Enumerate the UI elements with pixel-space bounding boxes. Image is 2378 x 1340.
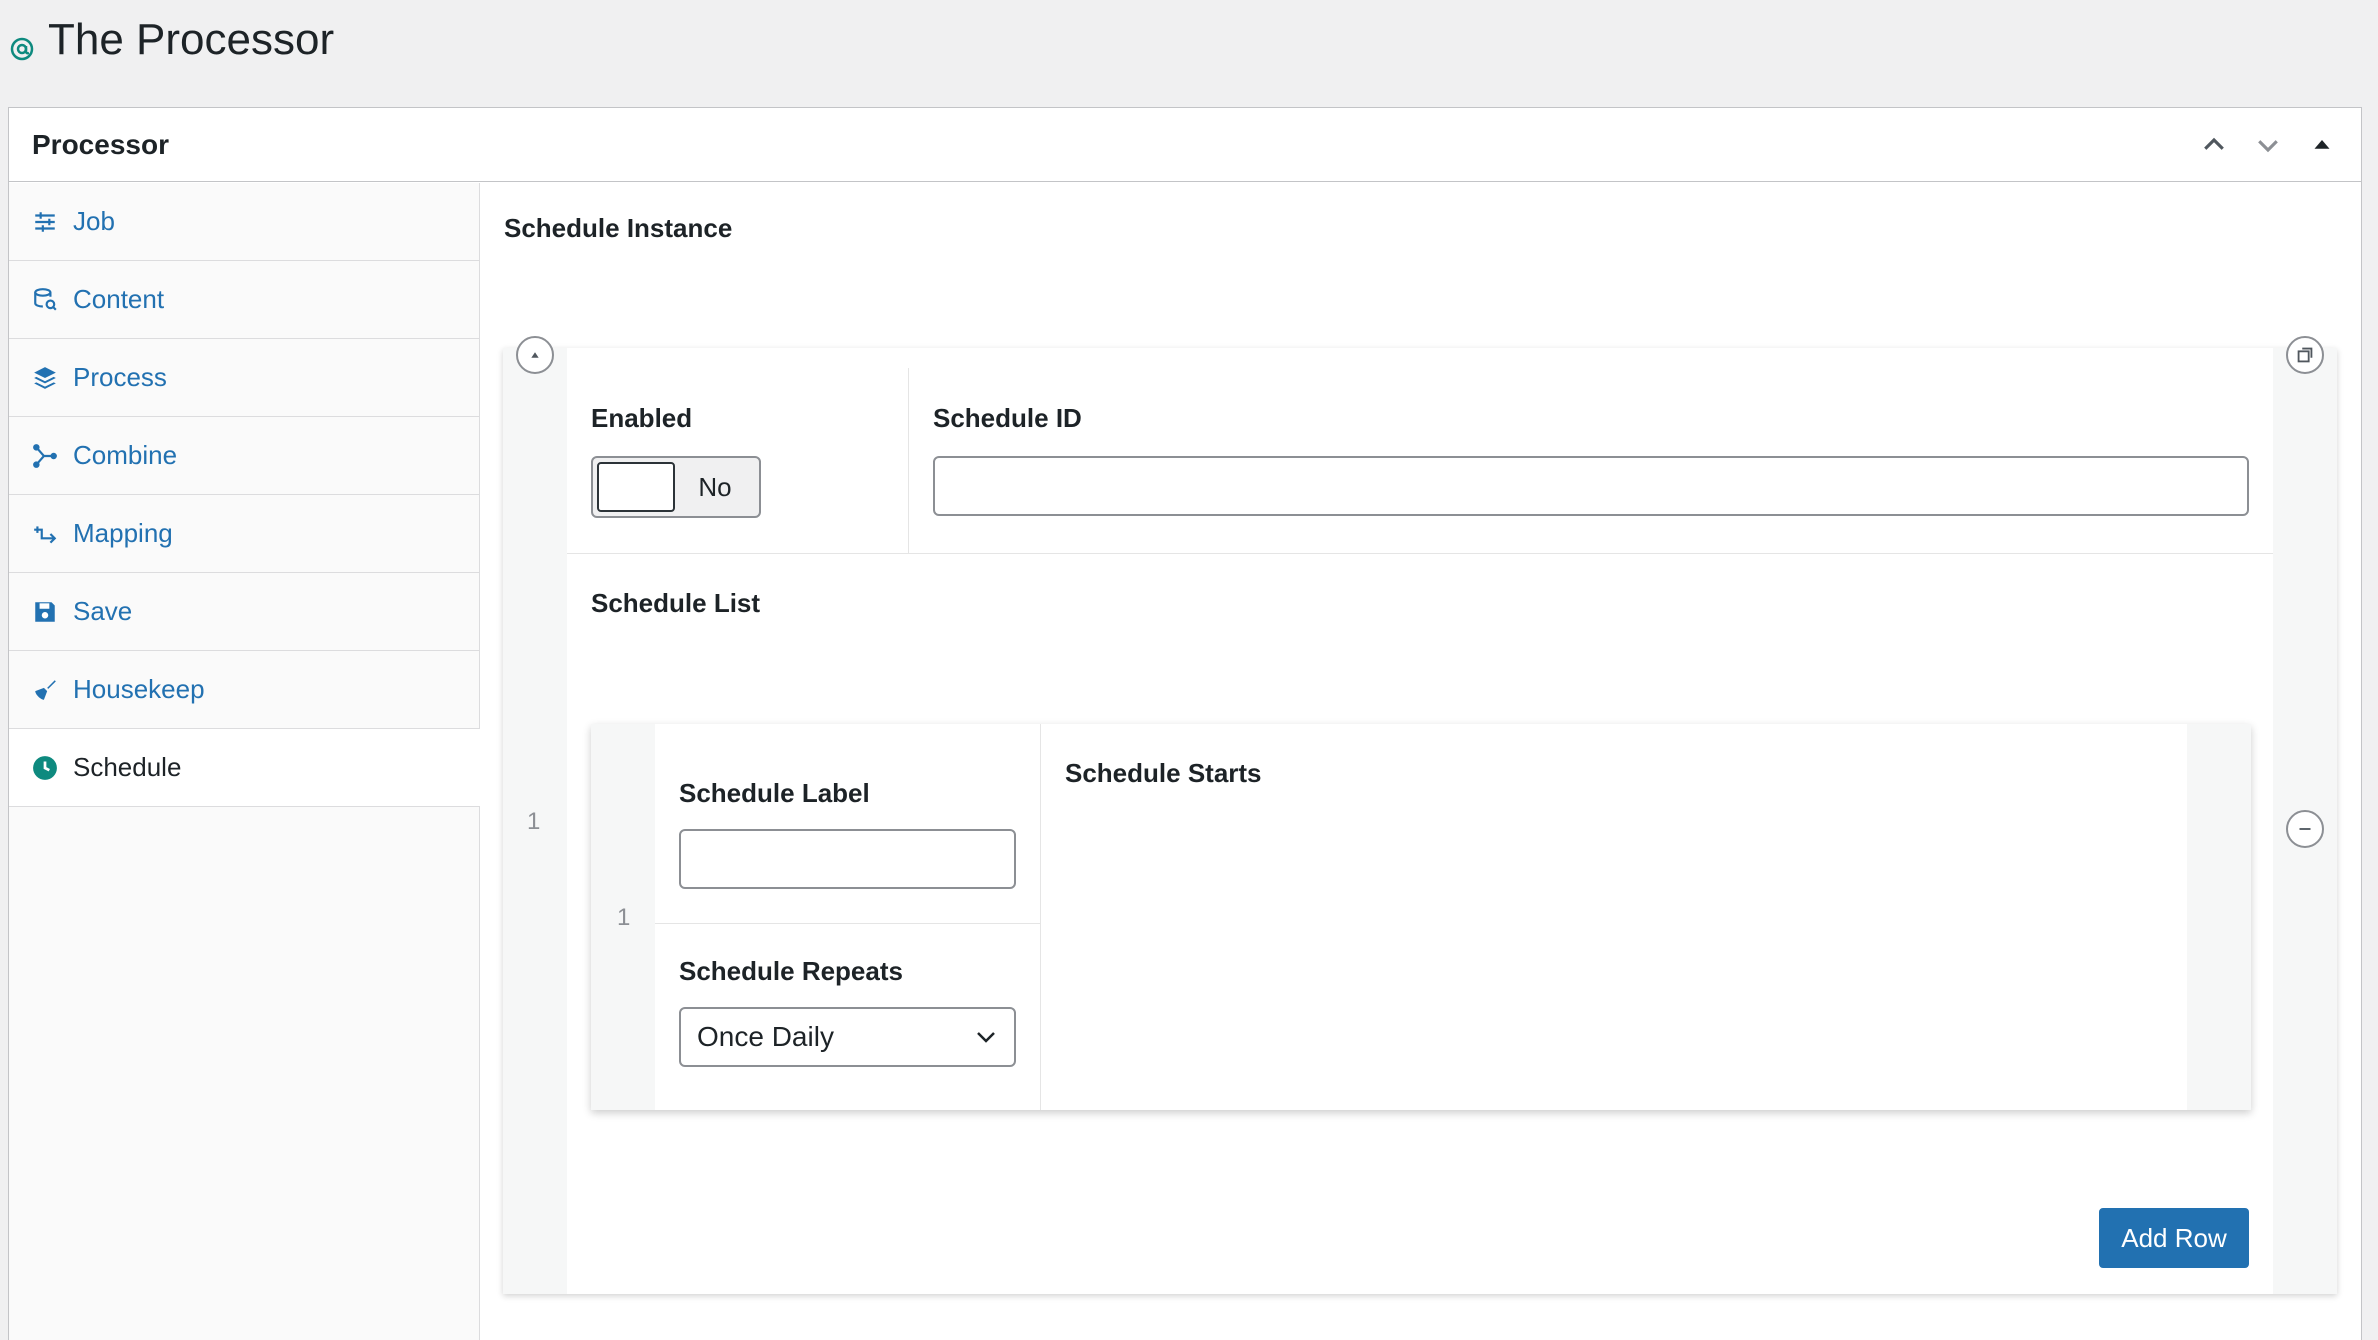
schedule-instance-label: Schedule Instance [504, 213, 733, 243]
schedule-label-input[interactable] [679, 829, 1016, 889]
select-value: Once Daily [697, 1021, 834, 1052]
clock-icon [31, 754, 59, 782]
chevron-down-icon [2258, 139, 2278, 152]
broom-icon [31, 676, 59, 704]
tab-schedule[interactable]: Schedule [9, 729, 480, 807]
page-title: The Processor [48, 15, 335, 64]
postbox-actions [2198, 129, 2338, 161]
schedule-starts-field: Schedule Starts [1041, 724, 2187, 1110]
schedule-repeats-label: Schedule Repeats [679, 956, 903, 986]
database-search-icon [31, 286, 59, 314]
duplicate-icon [2297, 347, 2313, 363]
postbox-header: Processor [9, 108, 2361, 182]
tab-label: Content [73, 284, 165, 314]
remove-row-button[interactable] [2286, 810, 2324, 848]
floppy-disk-icon [31, 598, 59, 626]
schedule-list-label: Schedule List [591, 588, 761, 618]
chevron-down-icon [977, 1032, 995, 1043]
schedule-list-repeater: 1 Schedule Label Schedule Repeats Once D… [591, 724, 2251, 1110]
schedule-id-label: Schedule ID [933, 403, 1082, 433]
tab-process[interactable]: Process [9, 339, 479, 417]
toggle-panel-button[interactable] [2306, 129, 2338, 161]
tab-label: Save [73, 596, 133, 626]
tab-job[interactable]: Job [9, 183, 479, 261]
triangle-up-icon [2314, 139, 2330, 149]
tab-label: Job [73, 206, 115, 236]
postbox-title: Processor [32, 128, 169, 160]
mapping-icon [31, 520, 59, 548]
tab-label: Process [73, 362, 167, 392]
schedule-repeats-field: Schedule Repeats Once Daily [655, 924, 1040, 1067]
add-row-button[interactable]: Add Row [2099, 1208, 2249, 1268]
duplicate-row-button[interactable] [2286, 336, 2324, 374]
schedule-label-label: Schedule Label [679, 778, 870, 808]
triangle-up-icon [531, 352, 539, 358]
instance-top-row: Enabled No Schedule ID [567, 368, 2273, 554]
collapse-row-button[interactable] [516, 336, 554, 374]
tab-combine[interactable]: Combine [9, 417, 479, 495]
enabled-field: Enabled No [567, 368, 909, 554]
schedule-id-field: Schedule ID [909, 368, 2273, 554]
layers-icon [31, 364, 59, 392]
enabled-label: Enabled [591, 403, 693, 433]
tab-save[interactable]: Save [9, 573, 479, 651]
sliders-icon [31, 208, 59, 236]
schedule-instance-repeater: 1 Enabled No Schedule ID Schedule List 1… [503, 336, 2337, 1294]
tab-content[interactable]: Content [9, 261, 479, 339]
tab-label: Schedule [73, 752, 182, 782]
schedule-repeats-select[interactable]: Once Daily [679, 1007, 1016, 1067]
merge-icon [31, 442, 59, 470]
tab-label: Housekeep [73, 674, 205, 704]
processor-postbox: Processor Job Content Process Combine Ma… [8, 107, 2362, 1340]
schedule-panel: Schedule Instance 1 Enabled No Schedule … [481, 183, 2361, 1340]
chevron-up-icon [2204, 137, 2224, 150]
tab-mapping[interactable]: Mapping [9, 495, 479, 573]
minus-icon [2299, 828, 2311, 830]
toggle-state: No [698, 471, 732, 502]
toggle-knob [597, 462, 675, 512]
inner-row-actions [2187, 724, 2251, 1110]
tabs-sidebar: Job Content Process Combine Mapping Save… [9, 183, 480, 1340]
tab-label: Combine [73, 440, 178, 470]
schedule-starts-label: Schedule Starts [1065, 758, 1262, 788]
inner-left-column: Schedule Label Schedule Repeats Once Dai… [655, 724, 1041, 1110]
move-up-button[interactable] [2198, 129, 2230, 161]
row-index: 1 [527, 808, 541, 835]
move-down-button[interactable] [2252, 129, 2284, 161]
tab-label: Mapping [73, 518, 173, 548]
enabled-toggle[interactable]: No [591, 456, 761, 518]
schedule-label-field: Schedule Label [655, 724, 1040, 924]
page-header: The Processor [10, 10, 334, 70]
schedule-id-input[interactable] [933, 456, 2249, 516]
at-sign-icon [10, 37, 34, 61]
inner-row-index: 1 [617, 904, 631, 931]
tab-housekeep[interactable]: Housekeep [9, 651, 479, 729]
postbox-body: Job Content Process Combine Mapping Save… [9, 183, 2361, 1340]
